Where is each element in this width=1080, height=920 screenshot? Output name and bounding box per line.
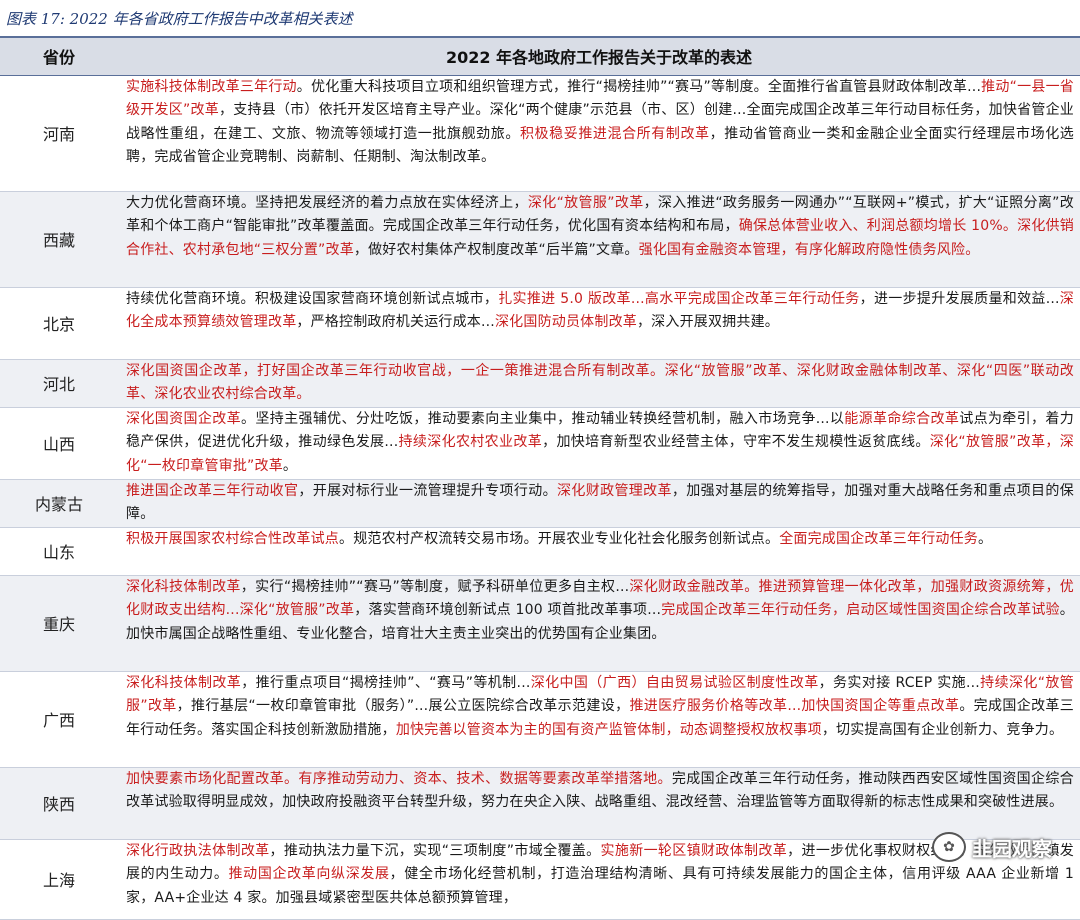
- description-cell: 持续优化营商环境。积极建设国家营商环境创新试点城市，扎实推进 5.0 版改革..…: [118, 287, 1080, 359]
- highlighted-text: 深化国防动员体制改革: [495, 314, 637, 330]
- body-text: ，深入开展双拥共建。: [637, 314, 779, 330]
- highlighted-text: 加快要素市场化配置改革。有序推动劳动力、资本、技术、数据等要素改革举措落地。: [126, 771, 672, 787]
- highlighted-text: 实施新一轮区镇财政体制改革: [601, 843, 788, 859]
- highlighted-text: 深化国资国企改革: [126, 411, 241, 427]
- province-cell: 西藏: [0, 191, 118, 287]
- highlighted-text: 实施科技体制改革三年行动: [126, 79, 297, 95]
- watermark-text: 韭园观察: [972, 833, 1052, 862]
- description-cell: 积极开展国家农村综合性改革试点。规范农村产权流转交易市场。开展农业专业化社会化服…: [118, 527, 1080, 575]
- province-cell: 重庆: [0, 575, 118, 671]
- description-cell: 深化国资国企改革，打好国企改革三年行动收官战，一企一策推进混合所有制改革。深化“…: [118, 359, 1080, 407]
- province-cell: 河北: [0, 359, 118, 407]
- watermark: ✿ 韭园观察: [932, 832, 1052, 862]
- description-cell: 实施科技体制改革三年行动。优化重大科技项目立项和组织管理方式，推行“揭榜挂帅”“…: [118, 75, 1080, 191]
- description-cell: 深化国资国企改革。坚持主强辅优、分灶吃饭，推动要素向主业集中，推动辅业转换经营机…: [118, 407, 1080, 479]
- province-cell: 山东: [0, 527, 118, 575]
- chat-bubble-icon: ✿: [932, 832, 966, 862]
- table-row: 内蒙古推进国企改革三年行动收官，开展对标行业一流管理提升专项行动。深化财政管理改…: [0, 479, 1080, 527]
- highlighted-text: 深化财政管理改革: [557, 483, 672, 499]
- description-cell: 推进国企改革三年行动收官，开展对标行业一流管理提升专项行动。深化财政管理改革，加…: [118, 479, 1080, 527]
- body-text: ，落实营商环境创新试点 100 项首批改革事项...: [354, 602, 661, 618]
- table-row: 广西深化科技体制改革，推行重点项目“揭榜挂帅”、“赛马”等机制...深化中国（广…: [0, 671, 1080, 767]
- body-text: ，严格控制政府机关运行成本...: [296, 314, 495, 330]
- highlighted-text: 深化科技体制改革: [126, 675, 241, 691]
- body-text: ，推行重点项目“揭榜挂帅”、“赛马”等机制...: [241, 675, 530, 691]
- figure-caption: 图表 17: 2022 年各省政府工作报告中改革相关表述: [0, 0, 1080, 36]
- highlighted-text: 深化“放管服”改革: [528, 195, 644, 211]
- table-header-row: 省份 2022 年各地政府工作报告关于改革的表述: [0, 37, 1080, 75]
- description-cell: 加快要素市场化配置改革。有序推动劳动力、资本、技术、数据等要素改革举措落地。完成…: [118, 767, 1080, 839]
- body-text: 。: [283, 458, 297, 474]
- highlighted-text: 深化中国（广西）自由贸易试验区制度性改革: [531, 675, 819, 691]
- highlighted-text: 积极开展国家农村综合性改革试点: [126, 531, 339, 547]
- highlighted-text: 加快完善以管资本为主的国有资产监管体制，动态调整授权放权事项: [396, 722, 822, 738]
- table-row: 河北深化国资国企改革，打好国企改革三年行动收官战，一企一策推进混合所有制改革。深…: [0, 359, 1080, 407]
- body-text: ，进一步提升发展质量和效益...: [860, 291, 1060, 307]
- table-row: 河南实施科技体制改革三年行动。优化重大科技项目立项和组织管理方式，推行“揭榜挂帅…: [0, 75, 1080, 191]
- table-row: 陕西加快要素市场化配置改革。有序推动劳动力、资本、技术、数据等要素改革举措落地。…: [0, 767, 1080, 839]
- highlighted-text: 深化行政执法体制改革: [126, 843, 270, 859]
- province-cell: 陕西: [0, 767, 118, 839]
- highlighted-text: 深化国资国企改革，打好国企改革三年行动收官战，一企一策推进混合所有制改革。深化“…: [126, 363, 1074, 403]
- body-text: ，务实对接 RCEP 实施...: [819, 675, 980, 691]
- highlighted-text: 完成国企改革三年行动任务，启动区域性国资国企综合改革试验: [661, 602, 1060, 618]
- table-row: 重庆深化科技体制改革，实行“揭榜挂帅”“赛马”等制度，赋予科研单位更多自主权..…: [0, 575, 1080, 671]
- body-text: ，切实提高国有企业创新力、竞争力。: [822, 722, 1063, 738]
- header-description: 2022 年各地政府工作报告关于改革的表述: [118, 37, 1080, 75]
- body-text: ，开展对标行业一流管理提升专项行动。: [298, 483, 557, 499]
- province-cell: 上海: [0, 839, 118, 919]
- body-text: ，做好农村集体产权制度改革“后半篇”文章。: [354, 242, 639, 258]
- body-text: 。坚持主强辅优、分灶吃饭，推动要素向主业集中，推动辅业转换经营机制，融入市场竞争…: [241, 411, 844, 427]
- reform-table: 省份 2022 年各地政府工作报告关于改革的表述 河南实施科技体制改革三年行动。…: [0, 36, 1080, 920]
- highlighted-text: 积极稳妥推进混合所有制改革: [520, 126, 710, 142]
- highlighted-text: 全面完成国企改革三年行动任务: [779, 531, 978, 547]
- province-cell: 内蒙古: [0, 479, 118, 527]
- province-cell: 广西: [0, 671, 118, 767]
- body-text: ，实行“揭榜挂帅”“赛马”等制度，赋予科研单位更多自主权...: [241, 579, 630, 595]
- highlighted-text: 推动国企改革向纵深发展: [229, 866, 390, 882]
- highlighted-text: 强化国有金融资本管理，有序化解政府隐性债务风险。: [639, 242, 980, 258]
- table-body: 河南实施科技体制改革三年行动。优化重大科技项目立项和组织管理方式，推行“揭榜挂帅…: [0, 75, 1080, 919]
- highlighted-text: 扎实推进 5.0 版改革...高水平完成国企改革三年行动任务: [498, 291, 859, 307]
- table-row: 北京持续优化营商环境。积极建设国家营商环境创新试点城市，扎实推进 5.0 版改革…: [0, 287, 1080, 359]
- body-text: 。优化重大科技项目立项和组织管理方式，推行“揭榜挂帅”“赛马”等制度。全面推行省…: [297, 79, 981, 95]
- body-text: 持续优化营商环境。积极建设国家营商环境创新试点城市，: [126, 291, 498, 307]
- highlighted-text: 推进国企改革三年行动收官: [126, 483, 298, 499]
- body-text: 。: [978, 531, 992, 547]
- body-text: ，推行基层“一枚印章管审批（服务）”...展公立医院综合改革示范建设，: [177, 698, 630, 714]
- body-text: 大力优化营商环境。坚持把发展经济的着力点放在实体经济上，: [126, 195, 528, 211]
- province-cell: 山西: [0, 407, 118, 479]
- body-text: 。规范农村产权流转交易市场。开展农业专业化社会化服务创新试点。: [339, 531, 779, 547]
- highlighted-text: 推进医疗服务价格等改革...加快国资国企等重点改革: [629, 698, 959, 714]
- description-cell: 大力优化营商环境。坚持把发展经济的着力点放在实体经济上，深化“放管服”改革，深入…: [118, 191, 1080, 287]
- table-row: 山西深化国资国企改革。坚持主强辅优、分灶吃饭，推动要素向主业集中，推动辅业转换经…: [0, 407, 1080, 479]
- table-row: 西藏大力优化营商环境。坚持把发展经济的着力点放在实体经济上，深化“放管服”改革，…: [0, 191, 1080, 287]
- table-row: 山东积极开展国家农村综合性改革试点。规范农村产权流转交易市场。开展农业专业化社会…: [0, 527, 1080, 575]
- province-cell: 北京: [0, 287, 118, 359]
- highlighted-text: 能源革命综合改革: [844, 411, 959, 427]
- highlighted-text: 深化科技体制改革: [126, 579, 241, 595]
- description-cell: 深化科技体制改革，实行“揭榜挂帅”“赛马”等制度，赋予科研单位更多自主权...深…: [118, 575, 1080, 671]
- province-cell: 河南: [0, 75, 118, 191]
- body-text: ，推动执法力量下沉，实现“三项制度”市域全覆盖。: [270, 843, 601, 859]
- description-cell: 深化科技体制改革，推行重点项目“揭榜挂帅”、“赛马”等机制...深化中国（广西）…: [118, 671, 1080, 767]
- highlighted-text: 持续深化农村农业改革: [398, 434, 542, 450]
- body-text: ，加快培育新型农业经营主体，守牢不发生规模性返贫底线。: [542, 434, 930, 450]
- header-province: 省份: [0, 37, 118, 75]
- table-row: 上海深化行政执法体制改革，推动执法力量下沉，实现“三项制度”市域全覆盖。实施新一…: [0, 839, 1080, 919]
